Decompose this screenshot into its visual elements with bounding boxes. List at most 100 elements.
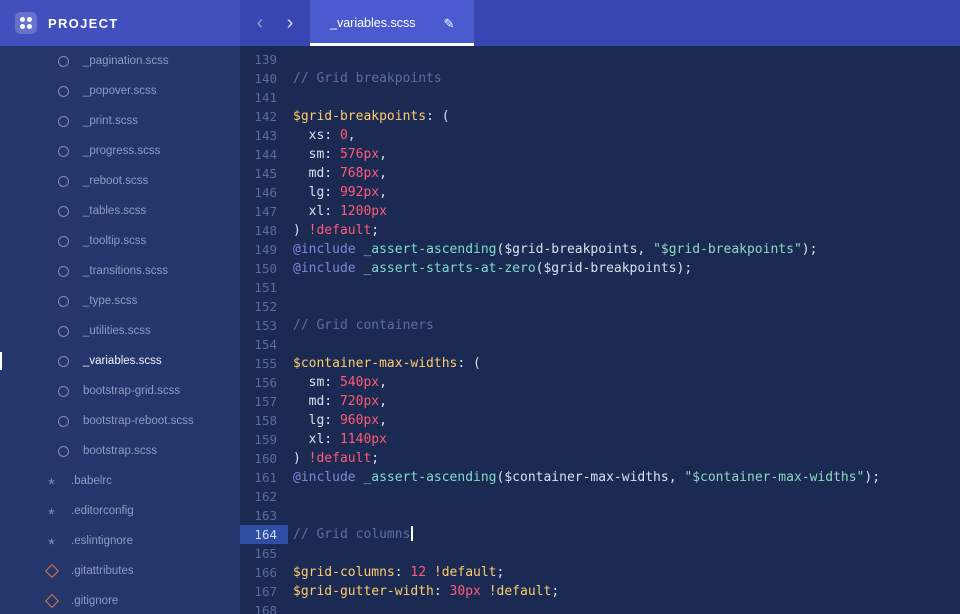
- line-number[interactable]: 164: [240, 525, 288, 544]
- code-token: xs:: [293, 128, 340, 143]
- file-item[interactable]: _popover.scss: [0, 76, 240, 106]
- file-item[interactable]: bootstrap-grid.scss: [0, 376, 240, 406]
- code-line[interactable]: 151: [240, 278, 960, 297]
- code-line[interactable]: 163: [240, 506, 960, 525]
- code-line[interactable]: 165: [240, 544, 960, 563]
- tab-nav: ‹ ›: [240, 0, 310, 46]
- line-content: lg: 992px,: [288, 183, 387, 202]
- line-number[interactable]: 161: [240, 468, 288, 487]
- tab-variables-scss[interactable]: _variables.scss ✎: [310, 0, 475, 46]
- code-line[interactable]: 139: [240, 50, 960, 69]
- code-line[interactable]: 146 lg: 992px,: [240, 183, 960, 202]
- line-number[interactable]: 146: [240, 183, 288, 202]
- line-number[interactable]: 148: [240, 221, 288, 240]
- file-item[interactable]: .gitignore: [0, 586, 240, 614]
- code-line[interactable]: 164 // Grid columns: [240, 525, 960, 544]
- line-number[interactable]: 162: [240, 487, 288, 506]
- code-line[interactable]: 149 @include _assert-ascending($grid-brea…: [240, 240, 960, 259]
- forward-chevron-icon[interactable]: ›: [284, 13, 296, 33]
- file-item[interactable]: _type.scss: [0, 286, 240, 316]
- code-line[interactable]: 161 @include _assert-ascending($container…: [240, 468, 960, 487]
- code-token: );: [801, 242, 818, 257]
- file-label: bootstrap-reboot.scss: [83, 415, 194, 427]
- file-label: .eslintignore: [71, 535, 134, 547]
- line-number[interactable]: 154: [240, 335, 288, 354]
- file-item[interactable]: .editorconfig: [0, 496, 240, 526]
- line-number[interactable]: 163: [240, 506, 288, 525]
- code-line[interactable]: 162: [240, 487, 960, 506]
- line-number[interactable]: 156: [240, 373, 288, 392]
- code-line[interactable]: 159 xl: 1140px: [240, 430, 960, 449]
- code-editor[interactable]: 139 140// Grid breakpoints 141 142 $grid-bre…: [240, 46, 960, 614]
- line-number[interactable]: 159: [240, 430, 288, 449]
- back-chevron-icon[interactable]: ‹: [254, 13, 266, 33]
- code-line[interactable]: 157 md: 720px,: [240, 392, 960, 411]
- code-line[interactable]: 168: [240, 601, 960, 614]
- line-number[interactable]: 158: [240, 411, 288, 430]
- file-item[interactable]: _variables.scss: [0, 346, 240, 376]
- file-item[interactable]: bootstrap-reboot.scss: [0, 406, 240, 436]
- line-number[interactable]: 160: [240, 449, 288, 468]
- file-item[interactable]: _print.scss: [0, 106, 240, 136]
- code-line[interactable]: 152: [240, 297, 960, 316]
- line-number[interactable]: 157: [240, 392, 288, 411]
- file-item[interactable]: _tables.scss: [0, 196, 240, 226]
- line-number[interactable]: 167: [240, 582, 288, 601]
- line-number[interactable]: 151: [240, 278, 288, 297]
- project-menu[interactable]: PROJECT: [0, 0, 240, 46]
- line-number[interactable]: 141: [240, 88, 288, 107]
- line-number[interactable]: 140: [240, 69, 288, 88]
- code-line[interactable]: 156 sm: 540px,: [240, 373, 960, 392]
- line-number[interactable]: 142: [240, 107, 288, 126]
- code-line[interactable]: 155 $container-max-widths: (: [240, 354, 960, 373]
- code-token: ,: [637, 242, 654, 257]
- code-token: ;: [551, 584, 560, 599]
- code-line[interactable]: 158 lg: 960px,: [240, 411, 960, 430]
- code-line[interactable]: 141: [240, 88, 960, 107]
- edit-pencil-icon[interactable]: ✎: [443, 17, 454, 30]
- line-number[interactable]: 166: [240, 563, 288, 582]
- code-line[interactable]: 150 @include _assert-starts-at-zero($grid…: [240, 259, 960, 278]
- line-content: sm: 576px,: [288, 145, 387, 164]
- sass-icon: [57, 115, 70, 128]
- code-token: $grid-columns: [293, 565, 395, 580]
- code-token: ,: [379, 375, 387, 390]
- line-number[interactable]: 165: [240, 544, 288, 563]
- line-number[interactable]: 145: [240, 164, 288, 183]
- file-item[interactable]: _pagination.scss: [0, 46, 240, 76]
- file-item[interactable]: .babelrc: [0, 466, 240, 496]
- line-number[interactable]: 153: [240, 316, 288, 335]
- code-line[interactable]: 166 $grid-columns: 12 !default;: [240, 563, 960, 582]
- line-number[interactable]: 147: [240, 202, 288, 221]
- code-line[interactable]: 145 md: 768px,: [240, 164, 960, 183]
- code-line[interactable]: 143 xs: 0,: [240, 126, 960, 145]
- file-item[interactable]: bootstrap.scss: [0, 436, 240, 466]
- line-content: [288, 88, 293, 107]
- line-number[interactable]: 152: [240, 297, 288, 316]
- file-item[interactable]: _utilities.scss: [0, 316, 240, 346]
- code-line[interactable]: 167 $grid-gutter-width: 30px !default;: [240, 582, 960, 601]
- code-line[interactable]: 144 sm: 576px,: [240, 145, 960, 164]
- code-line[interactable]: 140 // Grid breakpoints: [240, 69, 960, 88]
- line-number[interactable]: 150: [240, 259, 288, 278]
- line-content: $grid-columns: 12 !default;: [288, 563, 504, 582]
- file-item[interactable]: _reboot.scss: [0, 166, 240, 196]
- file-item[interactable]: _transitions.scss: [0, 256, 240, 286]
- code-line[interactable]: 154: [240, 335, 960, 354]
- code-token: 540px: [339, 375, 380, 390]
- line-number[interactable]: 155: [240, 354, 288, 373]
- file-item[interactable]: .eslintignore: [0, 526, 240, 556]
- code-line[interactable]: 148) !default;: [240, 221, 960, 240]
- line-number[interactable]: 143: [240, 126, 288, 145]
- line-number[interactable]: 144: [240, 145, 288, 164]
- line-number[interactable]: 168: [240, 601, 288, 614]
- file-item[interactable]: .gitattributes: [0, 556, 240, 586]
- line-number[interactable]: 149: [240, 240, 288, 259]
- code-line[interactable]: 147 xl: 1200px: [240, 202, 960, 221]
- code-line[interactable]: 153 // Grid containers: [240, 316, 960, 335]
- file-item[interactable]: _tooltip.scss: [0, 226, 240, 256]
- line-number[interactable]: 139: [240, 50, 288, 69]
- file-item[interactable]: _progress.scss: [0, 136, 240, 166]
- code-line[interactable]: 160) !default;: [240, 449, 960, 468]
- code-line[interactable]: 142 $grid-breakpoints: (: [240, 107, 960, 126]
